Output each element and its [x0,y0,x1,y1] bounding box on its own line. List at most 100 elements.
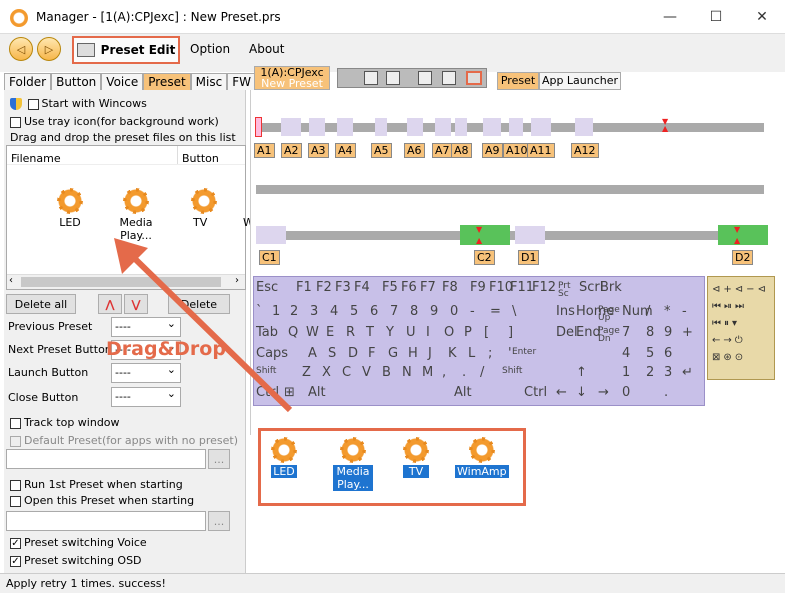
key--[interactable]: * [664,304,671,319]
key-w[interactable]: W [306,325,319,340]
key--[interactable]: - [682,304,687,319]
key-g[interactable]: G [388,346,398,361]
tab-misc[interactable]: Misc [190,73,228,90]
key-8[interactable]: 8 [410,304,418,319]
key-alt[interactable]: Alt [308,385,326,400]
close-button[interactable]: ✕ [739,0,785,34]
back-button[interactable]: ◁ [9,37,33,61]
label-a2[interactable]: A2 [281,143,302,158]
key-2[interactable]: 2 [646,365,654,380]
list-item[interactable] [123,188,149,214]
key-f8[interactable]: F8 [442,280,458,295]
key-f11[interactable]: F11 [510,280,534,295]
key-m[interactable]: M [422,365,433,380]
scroll-left-icon[interactable]: ‹ [9,275,13,286]
default-preset-row[interactable]: Default Preset(for apps with no preset) [10,434,238,447]
tab-folder[interactable]: Folder [4,73,52,90]
key-r[interactable]: R [346,325,355,340]
key--[interactable]: / [480,365,484,380]
key-3[interactable]: 3 [664,365,672,380]
label-a1[interactable]: A1 [254,143,275,158]
key-h[interactable]: H [408,346,418,361]
key-1[interactable]: 1 [622,365,630,380]
label-a3[interactable]: A3 [308,143,329,158]
key-d[interactable]: D [348,346,358,361]
key--[interactable]: ↓ [576,385,587,400]
key-o[interactable]: O [444,325,454,340]
label-a9[interactable]: A9 [482,143,503,158]
fullscreen-icon[interactable] [466,71,482,85]
key-i[interactable]: I [426,325,430,340]
list-item[interactable] [191,188,217,214]
osd-switching-row[interactable]: ✓ Preset switching OSD [10,554,142,567]
key-y[interactable]: Y [386,325,394,340]
key-f9[interactable]: F9 [470,280,486,295]
key-f2[interactable]: F2 [316,280,332,295]
label-a12[interactable]: A12 [571,143,599,158]
key--[interactable]: . [462,365,466,380]
label-a7[interactable]: A7 [432,143,453,158]
key-9[interactable]: 9 [430,304,438,319]
key-9[interactable]: 9 [664,325,672,340]
open-preset-browse-button[interactable]: ... [208,511,230,531]
label-a5[interactable]: A5 [371,143,392,158]
key-4[interactable]: 4 [622,346,630,361]
tab-preset[interactable]: Preset [143,73,191,90]
open-preset-path-field[interactable] [6,511,206,531]
tab-preset-right[interactable]: Preset [497,72,539,90]
document-icon[interactable] [364,71,378,85]
run-first-preset-row[interactable]: Run 1st Preset when starting [10,478,183,491]
key--[interactable]: - [470,304,475,319]
key-ctrl[interactable]: Ctrl [524,385,547,400]
track-a-cursor[interactable] [255,117,262,137]
media-keys-icon[interactable]: ⊲+⊲−⊲ ⏮⏯⏭ ⏮⏸▾ ←→⏻ ⊠⊛⊙ [712,281,769,366]
key--[interactable]: ; [488,346,492,361]
key--[interactable]: ← [556,385,567,400]
osd-switching-checkbox[interactable]: ✓ [10,555,21,567]
square-icon[interactable] [418,71,432,85]
voice-switching-checkbox[interactable]: ✓ [10,537,21,549]
menu-option[interactable]: Option [190,42,230,56]
key--[interactable]: [ [484,325,489,340]
run-first-preset-checkbox[interactable] [10,479,21,491]
key-6[interactable]: 6 [370,304,378,319]
voice-switching-row[interactable]: ✓ Preset switching Voice [10,536,147,549]
start-with-windows-row[interactable]: Start with Wincows [10,97,147,110]
key-3[interactable]: 3 [310,304,318,319]
key-alt[interactable]: Alt [454,385,472,400]
key-f6[interactable]: F6 [401,280,417,295]
key-z[interactable]: Z [302,365,311,380]
key--[interactable]: → [598,385,609,400]
key-0[interactable]: 0 [622,385,630,400]
key-k[interactable]: K [448,346,457,361]
key-prt-sc[interactable]: Prt Sc [558,282,571,299]
maximize-button[interactable]: ☐ [693,0,739,34]
drop-item[interactable]: TV [403,437,429,478]
key-enter[interactable]: Enter [512,348,536,357]
key-f[interactable]: F [368,346,375,361]
drop-item[interactable]: LED [271,437,297,478]
label-d2[interactable]: D2 [732,250,754,265]
key-x[interactable]: X [322,365,331,380]
key--[interactable]: . [664,385,668,400]
label-a11[interactable]: A11 [527,143,555,158]
key-n[interactable]: N [402,365,412,380]
key-l[interactable]: L [468,346,475,361]
key--[interactable]: ] [508,325,513,340]
media-keypad[interactable]: ⊲+⊲−⊲ ⏮⏯⏭ ⏮⏸▾ ←→⏻ ⊠⊛⊙ [707,276,775,380]
key-a[interactable]: A [308,346,317,361]
key--[interactable]: + [682,325,693,340]
preset-edit-button[interactable]: Preset Edit [72,36,180,64]
list-item[interactable] [57,188,83,214]
key-b[interactable]: B [382,365,391,380]
key-f5[interactable]: F5 [382,280,398,295]
key-page-dn[interactable]: Page Dn [598,327,620,344]
default-preset-browse-button[interactable]: ... [208,449,230,469]
key--[interactable]: , [442,365,446,380]
drop-target-area[interactable]: LED Media Play... TV WimAmp [258,428,526,506]
key-c[interactable]: C [342,365,351,380]
key-8[interactable]: 8 [646,325,654,340]
label-a4[interactable]: A4 [335,143,356,158]
key-f12[interactable]: F12 [532,280,556,295]
key-del[interactable]: Del [556,325,578,340]
